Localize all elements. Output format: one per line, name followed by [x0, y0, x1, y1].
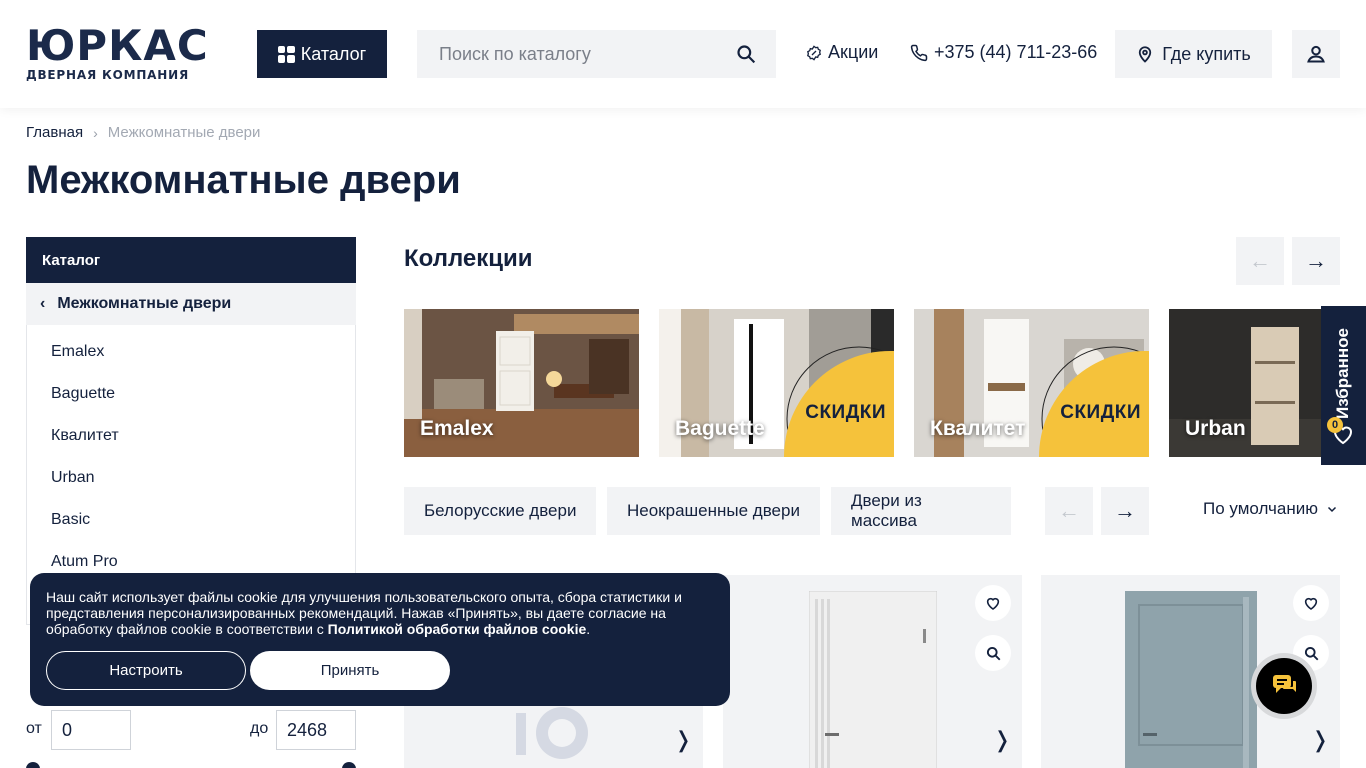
tags-next-button[interactable]: →: [1101, 487, 1149, 535]
map-pin-icon: [1139, 46, 1152, 63]
page-title: Межкомнатные двери: [26, 158, 461, 202]
promo-link[interactable]: Акции: [806, 42, 878, 63]
cookie-text: Наш сайт использует файлы cookie для улу…: [46, 589, 706, 637]
collections-next-button[interactable]: →: [1292, 237, 1340, 285]
price-from-input[interactable]: [51, 710, 131, 750]
tag-solid-wood-doors[interactable]: Двери из массива: [831, 487, 1011, 535]
logo-tagline: ДВЕРНАЯ КОМПАНИЯ: [26, 68, 189, 82]
breadcrumb: Главная › Межкомнатные двери: [26, 124, 260, 141]
phone-link[interactable]: +375 (44) 711-23-66: [910, 42, 1097, 63]
zoom-button[interactable]: [975, 635, 1011, 671]
sidebar-item-baguette[interactable]: Baguette: [27, 373, 355, 415]
arrow-right-icon: →: [1305, 248, 1327, 273]
arrow-left-icon: ←: [1249, 248, 1271, 273]
sort-dropdown-label: По умолчанию: [1203, 499, 1318, 518]
sidebar-item-basic[interactable]: Basic: [27, 499, 355, 541]
catalog-button-label: Каталог: [300, 43, 367, 64]
sidebar-heading: Каталог: [26, 237, 356, 283]
cookie-text-end: .: [586, 621, 591, 637]
chat-button[interactable]: [1251, 653, 1317, 719]
sale-badge-label: СКИДКИ: [1060, 402, 1141, 423]
tag-unpainted-doors[interactable]: Неокрашенные двери: [607, 487, 820, 535]
cookie-configure-button[interactable]: Настроить: [46, 651, 246, 690]
favorite-button[interactable]: [975, 585, 1011, 621]
collection-card-emalex[interactable]: Emalex: [404, 309, 639, 457]
heart-icon: [1304, 597, 1318, 610]
price-from-label: от: [26, 720, 42, 737]
favorite-button[interactable]: [1293, 585, 1329, 621]
phone-icon: [910, 44, 928, 61]
sidebar-parent-link[interactable]: ‹ Межкомнатные двери: [26, 283, 356, 325]
account-button[interactable]: [1292, 30, 1340, 78]
promo-link-label: Акции: [828, 42, 879, 62]
catalog-sidebar: Каталог ‹ Межкомнатные двери Emalex Bagu…: [26, 237, 356, 625]
chat-button-inner: [1256, 658, 1312, 714]
user-icon: [1307, 45, 1325, 63]
chat-bubbles-icon: [1273, 675, 1296, 693]
logo-wordmark: ЮРКАС: [26, 21, 231, 70]
collection-card-baguette[interactable]: СКИДКИ Baguette: [659, 309, 894, 457]
where-to-buy-label: Где купить: [1162, 43, 1251, 64]
collection-card-label: Urban: [1185, 417, 1246, 440]
where-to-buy-button[interactable]: Где купить: [1115, 30, 1272, 78]
logo-text: ЮРКАС: [26, 21, 209, 70]
price-to-label: до: [250, 720, 269, 737]
favorites-label: Избранное: [1333, 328, 1352, 419]
sidebar-item-urban[interactable]: Urban: [27, 457, 355, 499]
logo[interactable]: ЮРКАС ДВЕРНАЯ КОМПАНИЯ: [26, 21, 231, 84]
product-card[interactable]: ❭: [723, 575, 1022, 768]
price-filter: от до: [26, 710, 356, 750]
product-door-image: [1125, 591, 1257, 768]
price-slider-max-handle[interactable]: [342, 762, 356, 768]
collections-prev-button[interactable]: ←: [1236, 237, 1284, 285]
grid-icon: [277, 45, 295, 63]
chevron-right-icon: ›: [93, 124, 98, 141]
favorites-count-badge: 0: [1327, 417, 1343, 433]
product-image-next-icon[interactable]: ❭: [993, 727, 1011, 753]
favorites-side-tab[interactable]: Избранное 0: [1321, 306, 1366, 465]
collection-card-urban[interactable]: Urban: [1169, 309, 1321, 457]
sidebar-parent-label: Межкомнатные двери: [57, 295, 232, 312]
search-input[interactable]: [439, 43, 729, 65]
catalog-button[interactable]: Каталог: [257, 30, 387, 78]
collection-card-label: Baguette: [675, 417, 765, 440]
tag-belarusian-doors[interactable]: Белорусские двери: [404, 487, 597, 535]
breadcrumb-current: Межкомнатные двери: [107, 124, 261, 141]
arrow-right-icon: →: [1114, 498, 1136, 523]
price-to-input[interactable]: [276, 710, 356, 750]
tags-prev-button[interactable]: ←: [1045, 487, 1093, 535]
phone-number: +375 (44) 711-23-66: [934, 42, 1098, 62]
chevron-down-icon: [1327, 506, 1336, 513]
product-image-next-icon[interactable]: ❭: [1311, 727, 1329, 753]
chevron-left-icon: ‹: [40, 295, 46, 312]
sale-badge-label: СКИДКИ: [805, 402, 886, 423]
discount-badge-icon: [807, 44, 821, 61]
sort-dropdown[interactable]: По умолчанию: [1203, 499, 1338, 519]
search-icon: [986, 646, 1000, 660]
collection-card-label: Emalex: [420, 417, 494, 440]
product-image-next-icon[interactable]: ❭: [674, 727, 692, 753]
breadcrumb-home[interactable]: Главная: [26, 124, 83, 141]
site-header: ЮРКАС ДВЕРНАЯ КОМПАНИЯ Каталог Акции +37…: [0, 0, 1366, 108]
collection-card-kvalitet[interactable]: СКИДКИ Квалитет: [914, 309, 1149, 457]
cookie-banner: Наш сайт использует файлы cookie для улу…: [30, 573, 730, 706]
heart-icon: [986, 597, 1000, 610]
sidebar-item-kvalitet[interactable]: Квалитет: [27, 415, 355, 457]
collection-card-label: Квалитет: [930, 417, 1026, 440]
cookie-accept-button[interactable]: Принять: [250, 651, 450, 690]
sidebar-item-emalex[interactable]: Emalex: [27, 331, 355, 373]
arrow-left-icon: ←: [1058, 498, 1080, 523]
search-icon[interactable]: [736, 44, 756, 64]
product-door-image: [809, 591, 937, 768]
price-slider-min-handle[interactable]: [26, 762, 40, 768]
cookie-policy-link[interactable]: Политикой обработки файлов cookie: [328, 621, 587, 637]
collections-title: Коллекции: [404, 245, 533, 272]
search-icon: [1304, 646, 1318, 660]
search-box: [417, 30, 776, 78]
